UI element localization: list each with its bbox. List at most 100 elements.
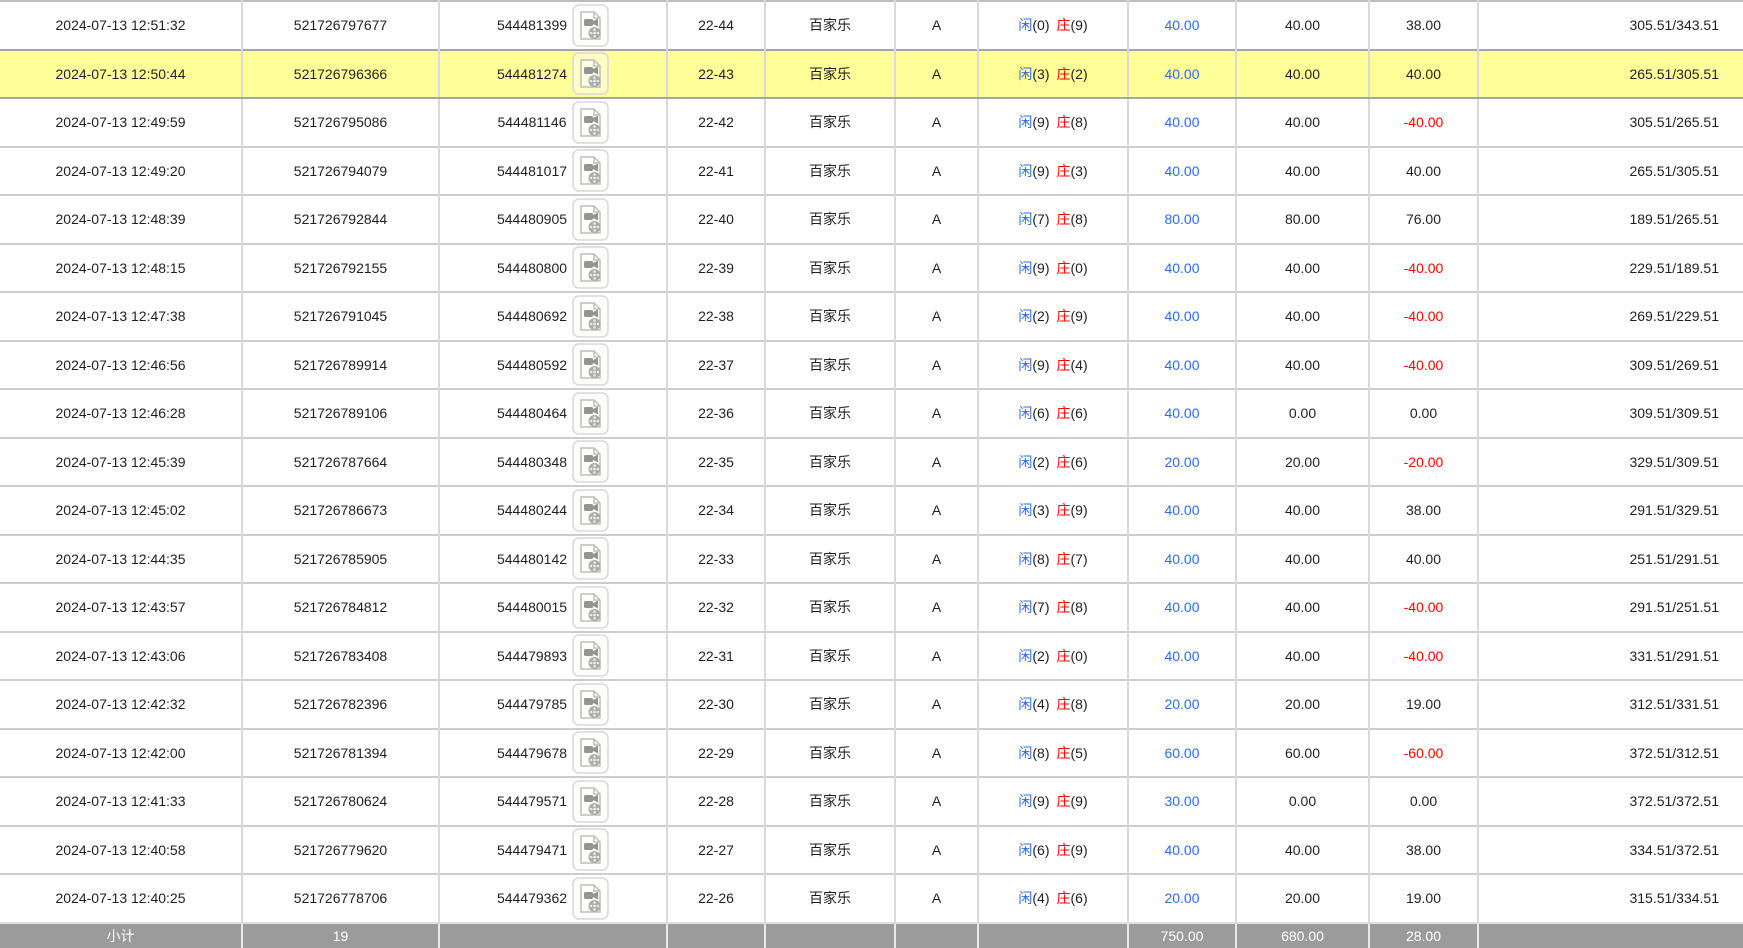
cell-bet-amount[interactable]: 40.00 [1128, 826, 1236, 875]
round-no-text: 544481146 [497, 114, 566, 130]
banker-score: (6) [1071, 890, 1088, 906]
cell-win-loss: 38.00 [1369, 486, 1478, 535]
table-row[interactable]: 2024-07-13 12:48:39 521726792844 5444809… [0, 195, 1743, 244]
cell-table-round: 22-38 [667, 292, 765, 341]
cell-game-type: 百家乐 [765, 147, 895, 196]
video-button[interactable] [572, 828, 609, 871]
table-row[interactable]: 2024-07-13 12:41:33 521726780624 5444795… [0, 777, 1743, 826]
table-row[interactable]: 2024-07-13 12:43:06 521726783408 5444798… [0, 632, 1743, 681]
cell-table-round: 22-26 [667, 874, 765, 923]
records-body: 2024-07-13 12:51:32 521726797677 5444813… [0, 1, 1743, 923]
cell-result: 闲(9)庄(9) [978, 777, 1128, 826]
cell-bet-time: 2024-07-13 12:44:35 [0, 535, 242, 584]
video-button[interactable] [572, 440, 609, 483]
cell-bet-amount[interactable]: 20.00 [1128, 438, 1236, 487]
video-button[interactable] [572, 52, 609, 95]
table-row[interactable]: 2024-07-13 12:46:28 521726789106 5444804… [0, 389, 1743, 438]
cell-bet-amount[interactable]: 40.00 [1128, 486, 1236, 535]
table-row[interactable]: 2024-07-13 12:42:00 521726781394 5444796… [0, 729, 1743, 778]
video-file-icon [572, 634, 609, 677]
cell-bet-amount[interactable]: 40.00 [1128, 50, 1236, 99]
cell-bet-time: 2024-07-13 12:46:56 [0, 341, 242, 390]
player-label: 闲 [1018, 114, 1032, 130]
cell-bet-amount[interactable]: 40.00 [1128, 98, 1236, 147]
cell-valid-amount: 40.00 [1236, 244, 1369, 293]
cell-bet-amount[interactable]: 40.00 [1128, 1, 1236, 50]
table-row[interactable]: 2024-07-13 12:40:25 521726778706 5444793… [0, 874, 1743, 923]
cell-bet-amount[interactable]: 30.00 [1128, 777, 1236, 826]
cell-bet-time: 2024-07-13 12:46:28 [0, 389, 242, 438]
cell-balance: 305.51/265.51 [1478, 98, 1743, 147]
video-button[interactable] [572, 392, 609, 435]
table-row[interactable]: 2024-07-13 12:46:56 521726789914 5444805… [0, 341, 1743, 390]
video-button[interactable] [572, 101, 609, 144]
table-row[interactable]: 2024-07-13 12:42:32 521726782396 5444797… [0, 680, 1743, 729]
player-score: (6) [1032, 405, 1049, 421]
cell-game-type: 百家乐 [765, 292, 895, 341]
video-button[interactable] [572, 731, 609, 774]
cell-bet-amount[interactable]: 40.00 [1128, 292, 1236, 341]
cell-round-no: 544480692 [439, 292, 667, 341]
cell-valid-amount: 40.00 [1236, 292, 1369, 341]
cell-bet-amount[interactable]: 40.00 [1128, 535, 1236, 584]
player-score: (2) [1032, 648, 1049, 664]
video-file-icon [572, 392, 609, 435]
video-button[interactable] [572, 343, 609, 386]
table-row[interactable]: 2024-07-13 12:44:35 521726785905 5444801… [0, 535, 1743, 584]
table-row[interactable]: 2024-07-13 12:47:38 521726791045 5444806… [0, 292, 1743, 341]
cell-plate: A [895, 389, 978, 438]
cell-valid-amount: 20.00 [1236, 438, 1369, 487]
cell-bet-amount[interactable]: 40.00 [1128, 632, 1236, 681]
table-row[interactable]: 2024-07-13 12:45:39 521726787664 5444803… [0, 438, 1743, 487]
cell-round-no: 544481146 [439, 98, 667, 147]
video-file-icon [572, 101, 609, 144]
banker-label: 庄 [1057, 308, 1071, 324]
cell-bet-amount[interactable]: 40.00 [1128, 341, 1236, 390]
video-button[interactable] [572, 295, 609, 338]
cell-bet-amount[interactable]: 60.00 [1128, 729, 1236, 778]
table-row[interactable]: 2024-07-13 12:45:02 521726786673 5444802… [0, 486, 1743, 535]
video-button[interactable] [572, 537, 609, 580]
player-label: 闲 [1018, 551, 1032, 567]
cell-bet-amount[interactable]: 20.00 [1128, 874, 1236, 923]
cell-plate: A [895, 632, 978, 681]
cell-bet-amount[interactable]: 40.00 [1128, 389, 1236, 438]
table-row[interactable]: 2024-07-13 12:48:15 521726792155 5444808… [0, 244, 1743, 293]
player-score: (8) [1032, 745, 1049, 761]
video-button[interactable] [572, 634, 609, 677]
video-file-icon [572, 780, 609, 823]
cell-bet-amount[interactable]: 20.00 [1128, 680, 1236, 729]
cell-bet-amount[interactable]: 40.00 [1128, 583, 1236, 632]
cell-order-no: 521726792155 [242, 244, 439, 293]
table-row[interactable]: 2024-07-13 12:49:20 521726794079 5444810… [0, 147, 1743, 196]
video-button[interactable] [572, 877, 609, 920]
table-row[interactable]: 2024-07-13 12:40:58 521726779620 5444794… [0, 826, 1743, 875]
cell-bet-amount[interactable]: 40.00 [1128, 244, 1236, 293]
video-button[interactable] [572, 683, 609, 726]
video-button[interactable] [572, 149, 609, 192]
video-button[interactable] [572, 246, 609, 289]
cell-win-loss: 40.00 [1369, 147, 1478, 196]
cell-plate: A [895, 147, 978, 196]
cell-valid-amount: 40.00 [1236, 583, 1369, 632]
table-row[interactable]: 2024-07-13 12:43:57 521726784812 5444800… [0, 583, 1743, 632]
table-row[interactable]: 2024-07-13 12:51:32 521726797677 5444813… [0, 1, 1743, 50]
video-button[interactable] [572, 4, 609, 47]
cell-game-type: 百家乐 [765, 195, 895, 244]
banker-score: (6) [1071, 454, 1088, 470]
cell-bet-amount[interactable]: 80.00 [1128, 195, 1236, 244]
cell-result: 闲(3)庄(2) [978, 50, 1128, 99]
video-button[interactable] [572, 489, 609, 532]
banker-score: (0) [1071, 260, 1088, 276]
video-button[interactable] [572, 198, 609, 241]
banker-label: 庄 [1057, 648, 1071, 664]
cell-round-no: 544480905 [439, 195, 667, 244]
cell-game-type: 百家乐 [765, 680, 895, 729]
video-file-icon [572, 149, 609, 192]
table-row[interactable]: 2024-07-13 12:50:44 521726796366 5444812… [0, 50, 1743, 99]
video-button[interactable] [572, 780, 609, 823]
round-no-text: 544480692 [497, 308, 567, 324]
table-row[interactable]: 2024-07-13 12:49:59 521726795086 5444811… [0, 98, 1743, 147]
video-button[interactable] [572, 586, 609, 629]
cell-bet-amount[interactable]: 40.00 [1128, 147, 1236, 196]
